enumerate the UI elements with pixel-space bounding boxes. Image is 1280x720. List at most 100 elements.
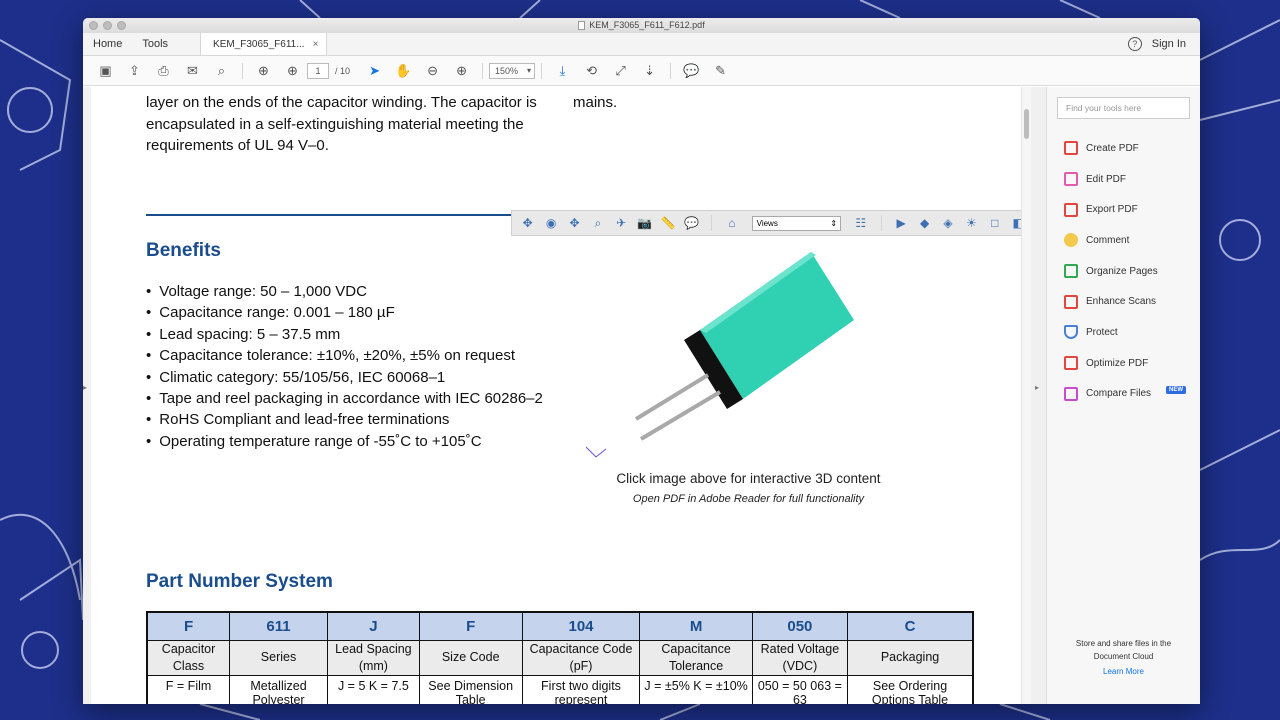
home-view-icon[interactable]: ⌂ bbox=[722, 216, 741, 230]
minimize-window-button[interactable] bbox=[103, 21, 112, 30]
create-pdf-icon bbox=[1064, 141, 1078, 156]
save-icon[interactable]: ▣ bbox=[91, 63, 120, 79]
walk-3d-icon[interactable]: ✈ bbox=[612, 216, 631, 230]
table-cell: Size Code bbox=[418, 639, 523, 676]
enhance-scans-icon bbox=[1064, 294, 1078, 309]
tab-bar: Home Tools KEM_F3065_F611... × ? Sign In bbox=[83, 33, 1200, 56]
protect-icon bbox=[1064, 325, 1078, 340]
help-icon[interactable]: ? bbox=[1127, 37, 1142, 51]
comment-icon[interactable]: 💬 bbox=[677, 63, 706, 79]
3d-caption-sub: Open PDF in Adobe Reader for full functi… bbox=[632, 493, 865, 505]
tab-document[interactable]: KEM_F3065_F611... × bbox=[200, 33, 328, 55]
scrollbar-thumb[interactable] bbox=[1024, 109, 1029, 139]
intro-right-text: mains. bbox=[573, 94, 618, 111]
main-toolbar: ▣ ⇪ ⎙ ✉ ⌕ ⊕ ⊕ 1 / 10 ➤ ✋ ⊖ ⊕ 150% ⤓ ⟲ ⤢ … bbox=[83, 56, 1200, 86]
zoom-in-icon[interactable]: ⊕ bbox=[447, 63, 476, 79]
tool-optimize-pdf[interactable]: Optimize PDF bbox=[1047, 348, 1200, 379]
page-number-input[interactable]: 1 bbox=[307, 62, 329, 79]
tab-home[interactable]: Home bbox=[83, 33, 132, 55]
camera-3d-icon[interactable]: 📷 bbox=[635, 216, 654, 230]
table-cell: J = ±5% K = ±10% bbox=[639, 674, 753, 704]
upload-cloud-icon[interactable]: ⇪ bbox=[120, 63, 149, 79]
table-cell: See Dimension Table bbox=[418, 674, 523, 704]
vertical-scrollbar[interactable] bbox=[1021, 87, 1031, 704]
table-cell: First two digits represent bbox=[521, 674, 641, 704]
close-tab-icon[interactable]: × bbox=[313, 33, 319, 55]
intro-line: requirements of UL 94 V–0. bbox=[146, 137, 329, 154]
find-tools-input[interactable]: Find your tools here bbox=[1057, 97, 1190, 119]
spin-3d-icon[interactable]: ◉ bbox=[541, 216, 560, 230]
tool-organize-pages[interactable]: Organize Pages bbox=[1047, 256, 1200, 287]
highlight-pen-icon[interactable]: ✎ bbox=[706, 63, 735, 79]
next-page-icon[interactable]: ⊕ bbox=[278, 63, 307, 79]
tool-compare-files[interactable]: Compare Files NEW bbox=[1047, 379, 1200, 410]
tool-label: Compare Files bbox=[1086, 388, 1152, 400]
model-tree-icon[interactable]: ☷ bbox=[851, 216, 870, 230]
full-screen-icon[interactable]: ⤢ bbox=[606, 63, 635, 79]
sign-in-link[interactable]: Sign In bbox=[1152, 38, 1186, 50]
scroll-mode-icon[interactable]: ⇣ bbox=[635, 63, 664, 79]
hand-tool-icon[interactable]: ✋ bbox=[389, 63, 418, 79]
email-icon[interactable]: ✉ bbox=[178, 63, 207, 79]
organize-pages-icon bbox=[1064, 264, 1078, 279]
render-mode-icon[interactable]: ◈ bbox=[938, 216, 957, 230]
tools-list: Create PDF Edit PDF Export PDF Comment O… bbox=[1047, 133, 1200, 409]
table-cell: F bbox=[418, 611, 523, 641]
zoom-level-select[interactable]: 150% bbox=[489, 62, 536, 79]
tab-tools[interactable]: Tools bbox=[132, 33, 178, 55]
comment-icon bbox=[1064, 233, 1078, 248]
previous-page-icon[interactable]: ⊕ bbox=[249, 63, 278, 79]
list-item: Lead spacing: 5 – 37.5 mm bbox=[146, 324, 543, 345]
zoom-3d-icon[interactable]: ⌕ bbox=[588, 216, 607, 231]
tool-enhance-scans[interactable]: Enhance Scans bbox=[1047, 286, 1200, 317]
tool-create-pdf[interactable]: Create PDF bbox=[1047, 133, 1200, 164]
window-title-text: KEM_F3065_F611_F612.pdf bbox=[589, 20, 705, 30]
comment-3d-icon[interactable]: 💬 bbox=[682, 216, 701, 230]
pan-3d-icon[interactable]: ✥ bbox=[565, 216, 584, 230]
toolbar-divider bbox=[670, 62, 672, 79]
table-cell: F = Film bbox=[146, 674, 231, 704]
tool-comment[interactable]: Comment bbox=[1047, 225, 1200, 256]
search-icon[interactable]: ⌕ bbox=[207, 63, 236, 79]
projection-icon[interactable]: ◆ bbox=[915, 216, 934, 230]
measure-3d-icon[interactable]: 📏 bbox=[658, 216, 677, 230]
tool-export-pdf[interactable]: Export PDF bbox=[1047, 194, 1200, 225]
document-view[interactable]: layer on the ends of the capacitor windi… bbox=[91, 87, 1021, 704]
rotate-3d-icon[interactable]: ✥ bbox=[518, 216, 537, 230]
cross-section-icon[interactable]: ◧ bbox=[1009, 216, 1021, 230]
zoom-out-icon[interactable]: ⊖ bbox=[418, 63, 447, 79]
tool-protect[interactable]: Protect bbox=[1047, 317, 1200, 348]
new-badge: NEW bbox=[1166, 385, 1186, 394]
toolbar-divider bbox=[482, 62, 484, 79]
views-select[interactable]: Views bbox=[751, 215, 842, 231]
select-cursor-icon[interactable]: ➤ bbox=[360, 63, 389, 79]
intro-line: encapsulated in a self-extinguishing mat… bbox=[146, 115, 524, 133]
table-cell: 611 bbox=[229, 611, 328, 641]
title-bar: KEM_F3065_F611_F612.pdf bbox=[83, 18, 1200, 33]
fit-page-icon[interactable]: ⤓ bbox=[548, 63, 577, 79]
tab-document-label: KEM_F3065_F611... bbox=[213, 39, 305, 50]
close-window-button[interactable] bbox=[89, 21, 98, 30]
tool-edit-pdf[interactable]: Edit PDF bbox=[1047, 164, 1200, 195]
lighting-icon[interactable]: ☀ bbox=[962, 216, 981, 230]
tool-label: Edit PDF bbox=[1086, 173, 1127, 185]
content-area: layer on the ends of the capacitor windi… bbox=[83, 87, 1200, 704]
header-right: ? Sign In bbox=[1127, 33, 1200, 55]
table-cell: Lead Spacing (mm) bbox=[326, 639, 420, 676]
background-color-icon[interactable]: □ bbox=[985, 216, 1004, 230]
list-item: Voltage range: 50 – 1,000 VDC bbox=[146, 281, 543, 302]
play-animation-icon[interactable]: ▶ bbox=[891, 216, 910, 230]
tool-label: Organize Pages bbox=[1086, 265, 1158, 277]
part-number-table: F 611 J F 104 M 050 C Capacitor Class Se… bbox=[146, 611, 974, 704]
table-cell: Capacitance Code (pF) bbox=[521, 639, 641, 676]
table-cell: 050 = 50 063 = 63 bbox=[751, 674, 849, 704]
print-icon[interactable]: ⎙ bbox=[149, 63, 178, 79]
learn-more-link[interactable]: Learn More bbox=[1057, 667, 1190, 676]
capacitor-3d-model[interactable] bbox=[586, 247, 876, 462]
window-controls bbox=[89, 21, 126, 30]
left-panel-toggle[interactable] bbox=[83, 87, 91, 704]
zoom-window-button[interactable] bbox=[117, 21, 126, 30]
table-cell: F bbox=[146, 611, 231, 641]
right-panel-toggle[interactable] bbox=[1031, 87, 1047, 704]
rotate-view-icon[interactable]: ⟲ bbox=[577, 63, 606, 79]
